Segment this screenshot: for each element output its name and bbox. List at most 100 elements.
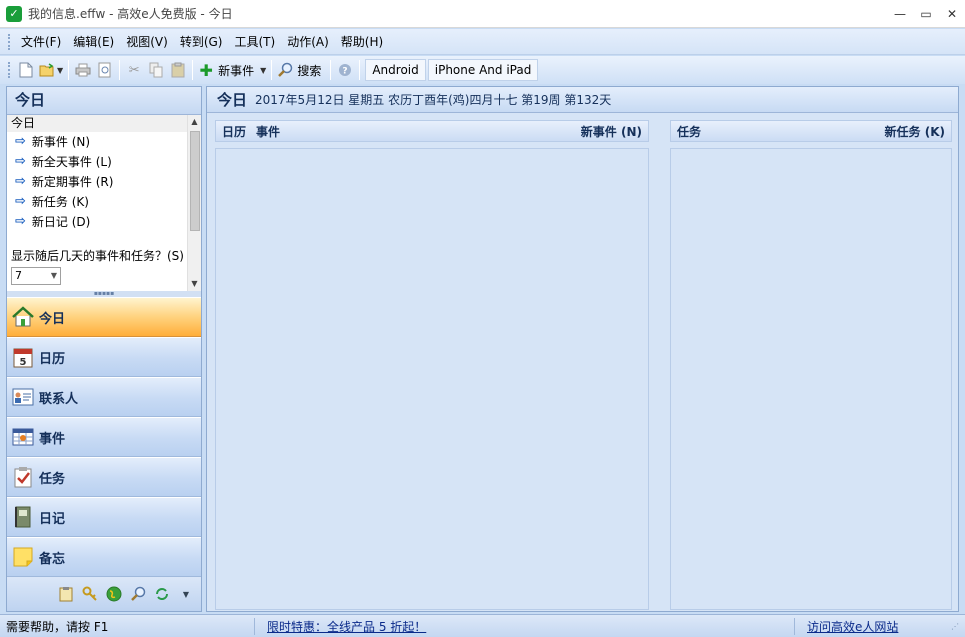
action-new-diary[interactable]: ⇨ 新日记 (D) [7, 212, 187, 232]
tasks-panel: 任务 新任务 (K) [670, 120, 952, 610]
new-file-button[interactable] [15, 59, 37, 81]
nav-events[interactable]: 事件 [7, 417, 201, 457]
help-status-text: 需要帮助，请按 F1 [6, 619, 109, 634]
action-new-allday-event[interactable]: ⇨ 新全天事件 (L) [7, 152, 187, 172]
scroll-thumb[interactable] [190, 131, 200, 231]
copy-icon [148, 62, 164, 78]
action-new-task[interactable]: ⇨ 新任务 (K) [7, 192, 187, 212]
window-controls: — ▭ ✕ [887, 0, 965, 28]
toolbar-separator [192, 60, 194, 80]
nav-calendar[interactable]: 5 日历 [7, 337, 201, 377]
left-pane: 今日 今日 ⇨ 新事件 (N) ⇨ 新全天事件 (L) ⇨ 新定期事件 (R) … [6, 86, 202, 612]
action-label: 新事件 (N) [31, 135, 91, 149]
iphone-ipad-link[interactable]: iPhone And iPad [427, 59, 539, 81]
menu-bar: 文件(F) 编辑(E) 视图(V) 转到(G) 工具(T) 动作(A) 帮助(H… [0, 29, 965, 55]
new-document-icon [18, 62, 34, 78]
website-link[interactable]: 访问高效e人网站 [807, 620, 898, 634]
scroll-up-icon[interactable]: ▲ [188, 115, 201, 129]
nav-diary[interactable]: 日记 [7, 497, 201, 537]
list-scrollbar[interactable]: ▲ ▼ [187, 115, 201, 291]
action-new-recurring-event[interactable]: ⇨ 新定期事件 (R) [7, 172, 187, 192]
print-button[interactable] [72, 59, 94, 81]
open-button[interactable]: ▼ [37, 59, 65, 81]
search-shortcut-icon[interactable] [129, 585, 147, 603]
nav-label: 日历 [39, 351, 66, 367]
nav-today[interactable]: 今日 [7, 297, 201, 337]
sticky-note-icon [11, 545, 35, 569]
action-label: 新任务 (K) [31, 195, 89, 209]
left-pane-title: 今日 [7, 87, 201, 115]
search-label: 搜索 [297, 63, 322, 78]
toolbar-separator [271, 60, 273, 80]
event-grid-icon [11, 425, 35, 449]
chevron-down-icon[interactable]: ▼ [177, 585, 195, 603]
menu-goto[interactable]: 转到(G) [174, 31, 229, 53]
sync-shortcut-icon[interactable] [153, 585, 171, 603]
menu-actions[interactable]: 动作(A) [281, 31, 335, 53]
days-ahead-select[interactable]: 7 ▼ [11, 267, 61, 285]
cut-button[interactable]: ✂ [123, 59, 145, 81]
events-panel-header: 日历 事件 新事件 (N) [215, 120, 649, 142]
action-new-event[interactable]: ⇨ 新事件 (N) [7, 132, 187, 152]
calendar-icon: 5 [11, 345, 35, 369]
new-event-link[interactable]: 新事件 (N) [581, 123, 642, 140]
events-panel: 日历 事件 新事件 (N) [215, 120, 649, 610]
calendar-column-header[interactable]: 日历 [222, 123, 246, 140]
nav-label: 任务 [39, 471, 66, 487]
nav-label: 事件 [39, 431, 66, 447]
maximize-button[interactable]: ▭ [913, 0, 939, 28]
today-list-title: 今日 [7, 115, 187, 132]
printer-icon [75, 62, 91, 78]
toolbar-grip[interactable] [8, 62, 11, 78]
minimize-button[interactable]: — [887, 0, 913, 28]
arrow-right-icon: ⇨ [15, 214, 26, 229]
android-link[interactable]: Android [365, 59, 426, 81]
print-preview-icon [97, 62, 113, 78]
date-info: 2017年5月12日 星期五 农历丁酉年(鸡)四月十七 第19周 第132天 [255, 93, 612, 107]
clipboard-icon [170, 62, 186, 78]
promo-link[interactable]: 限时特惠：全线产品 5 折起！ [267, 620, 426, 634]
toolbar: ▼ ✂ ✚ 新事件 ▼ 搜索 ? Android iPhone And iPad [0, 56, 965, 84]
chevron-down-icon: ▼ [50, 271, 57, 280]
open-dropdown-icon[interactable]: ▼ [57, 66, 63, 75]
plus-icon: ✚ [199, 60, 213, 80]
close-button[interactable]: ✕ [939, 0, 965, 28]
new-task-link[interactable]: 新任务 (K) [885, 123, 945, 140]
days-ahead-label: 显示随后几天的事件和任务？(S) [11, 249, 184, 263]
new-event-button[interactable]: ✚ 新事件 ▼ [196, 59, 268, 81]
print-preview-button[interactable] [94, 59, 116, 81]
toolbar-separator [68, 60, 70, 80]
nav-label: 联系人 [39, 391, 79, 407]
clipboard-shortcut-icon[interactable] [57, 585, 75, 603]
today-content: 今日 2017年5月12日 星期五 农历丁酉年(鸡)四月十七 第19周 第132… [206, 86, 959, 612]
nav-tasks[interactable]: 任务 [7, 457, 201, 497]
menu-view[interactable]: 视图(V) [120, 31, 174, 53]
key-shortcut-icon[interactable] [81, 585, 99, 603]
events-list[interactable] [215, 148, 649, 610]
tasks-list[interactable] [670, 148, 952, 610]
menu-edit[interactable]: 编辑(E) [67, 31, 120, 53]
nav-label: 备忘 [39, 551, 66, 567]
nav-label: 今日 [39, 311, 66, 327]
open-folder-icon [39, 62, 55, 78]
help-button[interactable]: ? [334, 59, 356, 81]
menu-help[interactable]: 帮助(H) [335, 31, 389, 53]
nav-contacts[interactable]: 联系人 [7, 377, 201, 417]
arrow-right-icon: ⇨ [15, 174, 26, 189]
new-event-dropdown-icon[interactable]: ▼ [260, 66, 266, 75]
toolbar-separator [359, 60, 361, 80]
menu-tools[interactable]: 工具(T) [228, 31, 281, 53]
nav-notes[interactable]: 备忘 [7, 537, 201, 577]
menubar-grip[interactable] [8, 33, 11, 50]
globe-shortcut-icon[interactable] [105, 585, 123, 603]
website-area: 访问高效e人网站 [794, 617, 934, 635]
paste-button[interactable] [167, 59, 189, 81]
event-column-header[interactable]: 事件 [256, 123, 280, 140]
search-button[interactable]: 搜索 [275, 59, 327, 81]
home-icon [11, 305, 35, 329]
copy-button[interactable] [145, 59, 167, 81]
menu-file[interactable]: 文件(F) [15, 31, 67, 53]
scroll-down-icon[interactable]: ▼ [188, 277, 201, 291]
resize-grip-icon[interactable]: ⋰ [951, 622, 959, 631]
navigation-bar: 今日 5 日历 联系人 事件 任务 日记 备忘 [7, 297, 201, 577]
